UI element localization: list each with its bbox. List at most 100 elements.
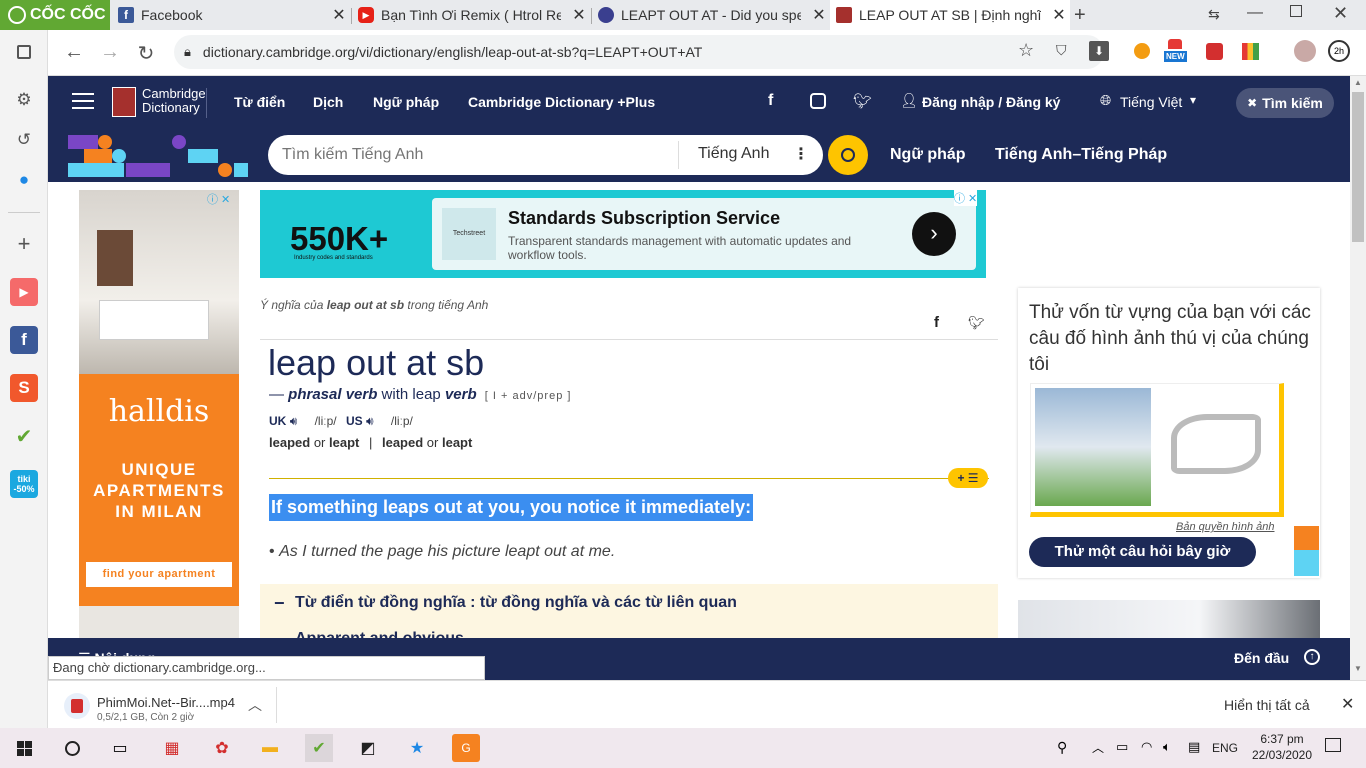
speaker-icon[interactable]: 🔊︎ xyxy=(290,414,298,428)
language-selector[interactable]: Tiếng Việt xyxy=(1120,94,1182,110)
pdf-app-icon[interactable]: G xyxy=(452,734,480,762)
clock-time[interactable]: 6:37 pm xyxy=(1256,732,1308,746)
forward-arrow-icon[interactable]: → xyxy=(98,41,122,64)
app-icon[interactable]: ★ xyxy=(403,734,431,762)
quiz-start-button[interactable]: Thử một câu hỏi bây giờ xyxy=(1029,537,1256,567)
scroll-down-icon[interactable]: ▼ xyxy=(1354,664,1362,673)
messenger-icon[interactable]: ● xyxy=(10,166,38,194)
coccoc-taskbar-icon[interactable]: ✔ xyxy=(305,734,333,762)
close-tab-icon[interactable]: ✕ xyxy=(568,5,590,25)
ad-cta-button[interactable]: find your apartment xyxy=(86,562,232,587)
notes-app-icon[interactable]: ◩ xyxy=(354,734,382,762)
download-icon[interactable]: ⬇ xyxy=(1089,41,1109,61)
reload-icon[interactable]: ↻ xyxy=(134,41,158,66)
back-to-top-link[interactable]: Đến đầu xyxy=(1234,650,1289,666)
youtube-sidebar-icon[interactable]: ▶ xyxy=(10,278,38,306)
thesaurus-link[interactable]: Apparent and obvious xyxy=(295,630,464,638)
volume-icon[interactable]: 🔈︎ xyxy=(1163,739,1171,755)
left-ad[interactable]: halldis UNIQUE APARTMENTS IN MILAN find … xyxy=(79,190,239,638)
share-twitter-icon[interactable]: 🐦︎ xyxy=(968,315,985,331)
input-language[interactable]: ENG xyxy=(1212,741,1238,755)
facebook-sidebar-icon[interactable]: f xyxy=(10,326,38,354)
shopee-icon[interactable]: S xyxy=(10,374,38,402)
search-submit-button[interactable] xyxy=(828,135,868,175)
restore-icon[interactable] xyxy=(1290,5,1302,17)
tiki-icon[interactable]: tiki -50% xyxy=(10,470,38,498)
red-extension-icon[interactable] xyxy=(1206,43,1223,60)
close-icon[interactable]: ✕ xyxy=(1341,694,1354,714)
profile-avatar[interactable] xyxy=(1294,40,1316,62)
extension-icon[interactable] xyxy=(1134,43,1150,59)
hamburger-menu-icon[interactable] xyxy=(72,93,94,109)
more-vertical-icon[interactable]: ⋮ xyxy=(793,144,809,164)
twitter-icon[interactable]: 🐦︎ xyxy=(853,92,872,110)
image-credit-link[interactable]: Bản quyền hình ảnh xyxy=(1176,521,1274,533)
add-to-list-button[interactable]: + ☰ xyxy=(948,468,988,488)
coccoc-menu-button[interactable]: CỐC CỐC xyxy=(0,0,110,30)
instagram-icon[interactable] xyxy=(810,93,826,109)
add-shortcut-icon[interactable]: + xyxy=(10,230,38,258)
minimize-icon[interactable]: — xyxy=(1247,4,1263,22)
keyboard-icon[interactable]: ▤ xyxy=(1188,739,1200,755)
nav-translate[interactable]: Dịch xyxy=(313,94,343,110)
battery-icon[interactable]: ▭ xyxy=(1116,739,1128,755)
nav-plus[interactable]: Cambridge Dictionary +Plus xyxy=(468,94,655,110)
sidebar-toggle-icon[interactable] xyxy=(10,38,38,66)
tab-facebook[interactable]: f Facebook ✕ xyxy=(112,0,350,30)
chevron-up-icon[interactable]: ︿ xyxy=(248,695,262,715)
wifi-icon[interactable]: ◠ xyxy=(1141,739,1152,755)
color-extension-icon[interactable] xyxy=(1242,43,1259,60)
app-icon[interactable]: ▦ xyxy=(158,734,186,762)
sub-nav-english-french[interactable]: Tiếng Anh–Tiếng Pháp xyxy=(995,146,1167,164)
close-tab-icon[interactable]: ✕ xyxy=(1048,5,1070,25)
share-facebook-icon[interactable]: f xyxy=(934,314,939,331)
page-scrollbar[interactable]: ▲ ▼ xyxy=(1350,76,1366,680)
scroll-thumb[interactable] xyxy=(1352,92,1364,242)
address-bar[interactable]: 🔒︎ dictionary.cambridge.org/vi/dictionar… xyxy=(174,35,1104,69)
app-icon[interactable]: ✿ xyxy=(208,734,236,762)
collapse-minus-icon[interactable]: − xyxy=(274,593,285,614)
close-tab-icon[interactable]: ✕ xyxy=(328,5,350,25)
download-filename[interactable]: PhimMoi.Net--Bir....mp4 xyxy=(97,695,235,710)
chevron-down-icon[interactable]: ▾ xyxy=(1190,93,1196,107)
task-view-icon[interactable]: ▭ xyxy=(106,734,134,762)
speaker-icon[interactable]: 🔊︎ xyxy=(366,414,374,428)
sub-nav-grammar[interactable]: Ngữ pháp xyxy=(890,146,966,164)
back-arrow-icon[interactable]: ← xyxy=(62,41,86,64)
top-ad[interactable]: 550K+ Industry codes and standards Techs… xyxy=(260,190,986,278)
chevron-right-icon[interactable]: › xyxy=(912,212,956,256)
url-text[interactable]: dictionary.cambridge.org/vi/dictionary/e… xyxy=(203,44,702,60)
dataset-selector[interactable]: Tiếng Anh xyxy=(698,145,769,163)
coccoc-leaf-icon[interactable]: ✔ xyxy=(10,422,38,450)
adchoices-icon[interactable]: ⓘ ✕ xyxy=(954,190,978,206)
close-tab-icon[interactable]: ✕ xyxy=(808,5,830,25)
search-toggle-button[interactable]: ✖ Tìm kiếm xyxy=(1236,88,1334,118)
scroll-up-icon[interactable]: ▲ xyxy=(1354,78,1362,87)
tab-cambridge-active[interactable]: LEAP OUT AT SB | Định nghĩa ✕ xyxy=(830,0,1070,30)
quiz-image[interactable] xyxy=(1030,383,1284,517)
tab-leapt-out-at[interactable]: LEAPT OUT AT - Did you spell ✕ xyxy=(592,0,830,30)
settings-gear-icon[interactable]: ⚙ xyxy=(10,86,38,114)
bookmark-star-icon[interactable]: ☆ xyxy=(1018,40,1034,61)
right-ad-image[interactable] xyxy=(1018,600,1320,638)
windows-start-icon[interactable] xyxy=(10,734,38,762)
tab-youtube[interactable]: ▶ Bạn Tình Ơi Remix ( Htrol Rem ✕ xyxy=(352,0,590,30)
show-all-downloads[interactable]: Hiển thị tất cả xyxy=(1224,697,1310,713)
login-link[interactable]: Đăng nhập / Đăng ký xyxy=(922,94,1060,110)
new-tab-plus-icon[interactable]: + xyxy=(1074,4,1086,27)
notification-icon[interactable] xyxy=(1325,738,1341,752)
close-window-icon[interactable]: ✕ xyxy=(1333,3,1348,24)
clock-date[interactable]: 22/03/2020 xyxy=(1246,748,1318,762)
file-explorer-icon[interactable]: ▬ xyxy=(256,734,284,762)
search-icon[interactable] xyxy=(58,734,86,762)
tray-chevron-icon[interactable]: ︿ xyxy=(1092,739,1104,756)
facebook-icon[interactable]: f xyxy=(768,92,773,110)
shield-icon[interactable]: ⛉ xyxy=(1056,42,1067,59)
tab-menu-icon[interactable]: ⇆ xyxy=(1208,6,1220,23)
timer-badge[interactable]: 2h xyxy=(1328,40,1350,62)
new-extension-icon[interactable]: NEW xyxy=(1164,39,1190,65)
history-icon[interactable]: ↺ xyxy=(10,126,38,154)
nav-dictionary[interactable]: Từ điển xyxy=(234,94,285,110)
search-input[interactable] xyxy=(282,143,662,167)
nav-grammar[interactable]: Ngữ pháp xyxy=(373,94,439,110)
